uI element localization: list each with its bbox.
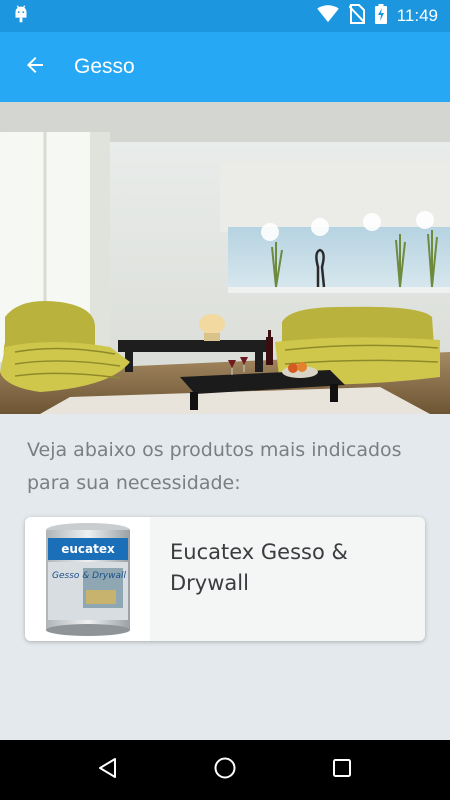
status-bar: 11:49 — [0, 0, 450, 32]
recents-square-icon — [332, 758, 352, 782]
arrow-back-icon — [23, 53, 47, 81]
product-label-name: Gesso & Drywall — [52, 571, 126, 581]
status-time: 11:49 — [396, 6, 438, 25]
intro-text: Veja abaixo os produtos mais indicados p… — [27, 439, 402, 494]
nav-home-button[interactable] — [195, 740, 255, 800]
nav-back-button[interactable] — [78, 740, 138, 800]
status-right: 11:49 — [316, 4, 438, 28]
page-title: Gesso — [74, 55, 135, 78]
product-card[interactable]: eucatex Gesso & Drywall Eucatex Gesso & … — [25, 517, 425, 641]
product-name: Eucatex Gesso & Drywall — [170, 540, 348, 595]
android-debug-icon — [10, 3, 32, 29]
home-circle-icon — [213, 756, 237, 784]
back-button[interactable] — [0, 32, 70, 102]
back-triangle-icon — [97, 757, 119, 783]
navigation-bar — [0, 740, 450, 800]
product-label-brand: eucatex — [61, 542, 115, 556]
status-left — [10, 3, 32, 29]
nav-recents-button[interactable] — [312, 740, 372, 800]
product-image: eucatex Gesso & Drywall — [25, 517, 150, 641]
no-sim-icon — [347, 4, 366, 28]
battery-charging-icon — [374, 4, 387, 28]
app-bar: Gesso — [0, 32, 450, 102]
hero-image — [0, 102, 450, 414]
wifi-icon — [316, 5, 339, 27]
